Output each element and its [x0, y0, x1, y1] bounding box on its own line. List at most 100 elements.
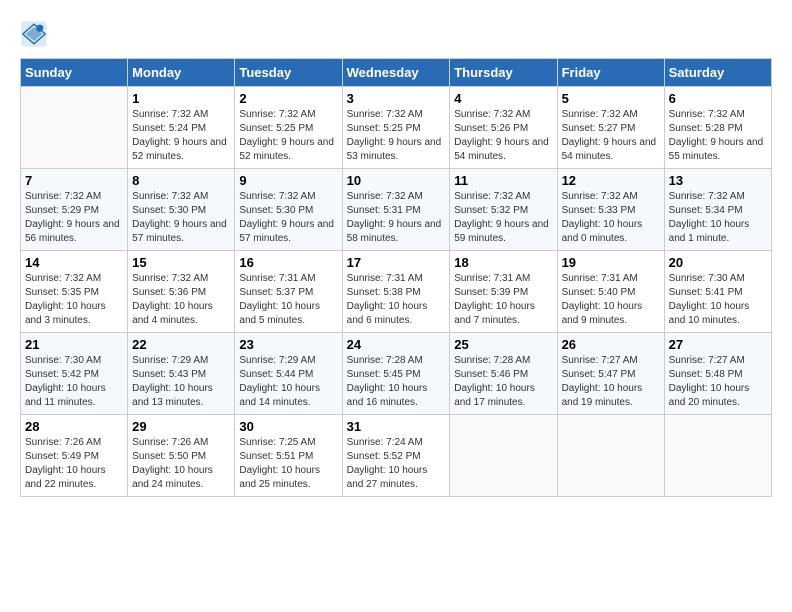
- day-number: 4: [454, 91, 552, 106]
- day-number: 19: [562, 255, 660, 270]
- day-info: Sunrise: 7:32 AMSunset: 5:25 PMDaylight:…: [347, 108, 446, 164]
- day-number: 31: [347, 419, 446, 434]
- day-info: Sunrise: 7:32 AMSunset: 5:32 PMDaylight:…: [454, 190, 552, 246]
- day-number: 20: [669, 255, 767, 270]
- day-info: Sunrise: 7:32 AMSunset: 5:27 PMDaylight:…: [562, 108, 660, 164]
- day-number: 12: [562, 173, 660, 188]
- calendar-cell: 30Sunrise: 7:25 AMSunset: 5:51 PMDayligh…: [235, 415, 342, 497]
- day-info: Sunrise: 7:27 AMSunset: 5:48 PMDaylight:…: [669, 354, 767, 410]
- day-info: Sunrise: 7:31 AMSunset: 5:37 PMDaylight:…: [239, 272, 337, 328]
- day-number: 13: [669, 173, 767, 188]
- day-info: Sunrise: 7:32 AMSunset: 5:33 PMDaylight:…: [562, 190, 660, 246]
- calendar-cell: [21, 87, 128, 169]
- calendar-cell: 1 Sunrise: 7:32 AMSunset: 5:24 PMDaylight…: [128, 87, 235, 169]
- calendar-week-3: 14 Sunrise: 7:32 AMSunset: 5:35 PMDayligh…: [21, 251, 772, 333]
- day-info: Sunrise: 7:27 AMSunset: 5:47 PMDaylight:…: [562, 354, 660, 410]
- calendar-cell: 5 Sunrise: 7:32 AMSunset: 5:27 PMDaylight…: [557, 87, 664, 169]
- calendar-cell: 29 Sunrise: 7:26 AMSunset: 5:50 PMDayligh…: [128, 415, 235, 497]
- calendar-cell: 25 Sunrise: 7:28 AMSunset: 5:46 PMDayligh…: [450, 333, 557, 415]
- weekday-header-tuesday: Tuesday: [235, 59, 342, 87]
- day-number: 28: [25, 419, 123, 434]
- day-number: 16: [239, 255, 337, 270]
- weekday-header-sunday: Sunday: [21, 59, 128, 87]
- day-number: 14: [25, 255, 123, 270]
- day-info: Sunrise: 7:28 AMSunset: 5:46 PMDaylight:…: [454, 354, 552, 410]
- day-info: Sunrise: 7:26 AMSunset: 5:49 PMDaylight:…: [25, 436, 123, 492]
- weekday-header-wednesday: Wednesday: [342, 59, 450, 87]
- day-info: Sunrise: 7:32 AMSunset: 5:36 PMDaylight:…: [132, 272, 230, 328]
- calendar-cell: [450, 415, 557, 497]
- day-number: 8: [132, 173, 230, 188]
- calendar-cell: 23Sunrise: 7:29 AMSunset: 5:44 PMDayligh…: [235, 333, 342, 415]
- calendar-cell: 2 Sunrise: 7:32 AMSunset: 5:25 PMDaylight…: [235, 87, 342, 169]
- day-number: 10: [347, 173, 446, 188]
- day-number: 24: [347, 337, 446, 352]
- calendar-cell: 31 Sunrise: 7:24 AMSunset: 5:52 PMDayligh…: [342, 415, 450, 497]
- day-info: Sunrise: 7:29 AMSunset: 5:43 PMDaylight:…: [132, 354, 230, 410]
- weekday-header-saturday: Saturday: [664, 59, 771, 87]
- calendar-cell: 19 Sunrise: 7:31 AMSunset: 5:40 PMDayligh…: [557, 251, 664, 333]
- day-number: 11: [454, 173, 552, 188]
- calendar-week-1: 1 Sunrise: 7:32 AMSunset: 5:24 PMDaylight…: [21, 87, 772, 169]
- day-info: Sunrise: 7:32 AMSunset: 5:31 PMDaylight:…: [347, 190, 446, 246]
- calendar-cell: 24 Sunrise: 7:28 AMSunset: 5:45 PMDayligh…: [342, 333, 450, 415]
- day-number: 9: [239, 173, 337, 188]
- day-number: 25: [454, 337, 552, 352]
- calendar-cell: 7 Sunrise: 7:32 AMSunset: 5:29 PMDaylight…: [21, 169, 128, 251]
- calendar-cell: 8 Sunrise: 7:32 AMSunset: 5:30 PMDaylight…: [128, 169, 235, 251]
- weekday-header-thursday: Thursday: [450, 59, 557, 87]
- day-number: 15: [132, 255, 230, 270]
- calendar-cell: 22Sunrise: 7:29 AMSunset: 5:43 PMDayligh…: [128, 333, 235, 415]
- day-number: 29: [132, 419, 230, 434]
- calendar-cell: 13 Sunrise: 7:32 AMSunset: 5:34 PMDayligh…: [664, 169, 771, 251]
- day-number: 6: [669, 91, 767, 106]
- weekday-header-monday: Monday: [128, 59, 235, 87]
- calendar-cell: 21 Sunrise: 7:30 AMSunset: 5:42 PMDayligh…: [21, 333, 128, 415]
- calendar-cell: 20Sunrise: 7:30 AMSunset: 5:41 PMDayligh…: [664, 251, 771, 333]
- calendar-cell: 14 Sunrise: 7:32 AMSunset: 5:35 PMDayligh…: [21, 251, 128, 333]
- calendar-cell: 11 Sunrise: 7:32 AMSunset: 5:32 PMDayligh…: [450, 169, 557, 251]
- calendar-cell: 3 Sunrise: 7:32 AMSunset: 5:25 PMDaylight…: [342, 87, 450, 169]
- day-number: 1: [132, 91, 230, 106]
- day-info: Sunrise: 7:32 AMSunset: 5:28 PMDaylight:…: [669, 108, 767, 164]
- day-info: Sunrise: 7:31 AMSunset: 5:40 PMDaylight:…: [562, 272, 660, 328]
- calendar-cell: 6 Sunrise: 7:32 AMSunset: 5:28 PMDaylight…: [664, 87, 771, 169]
- calendar-cell: 9 Sunrise: 7:32 AMSunset: 5:30 PMDaylight…: [235, 169, 342, 251]
- day-number: 5: [562, 91, 660, 106]
- calendar-cell: 27 Sunrise: 7:27 AMSunset: 5:48 PMDayligh…: [664, 333, 771, 415]
- calendar-cell: [557, 415, 664, 497]
- day-info: Sunrise: 7:24 AMSunset: 5:52 PMDaylight:…: [347, 436, 446, 492]
- day-info: Sunrise: 7:25 AMSunset: 5:51 PMDaylight:…: [239, 436, 337, 492]
- day-info: Sunrise: 7:32 AMSunset: 5:35 PMDaylight:…: [25, 272, 123, 328]
- day-info: Sunrise: 7:26 AMSunset: 5:50 PMDaylight:…: [132, 436, 230, 492]
- day-number: 2: [239, 91, 337, 106]
- calendar-cell: 10 Sunrise: 7:32 AMSunset: 5:31 PMDayligh…: [342, 169, 450, 251]
- day-info: Sunrise: 7:32 AMSunset: 5:25 PMDaylight:…: [239, 108, 337, 164]
- day-info: Sunrise: 7:28 AMSunset: 5:45 PMDaylight:…: [347, 354, 446, 410]
- calendar-header-row: SundayMondayTuesdayWednesdayThursdayFrid…: [21, 59, 772, 87]
- day-number: 17: [347, 255, 446, 270]
- day-number: 18: [454, 255, 552, 270]
- day-info: Sunrise: 7:32 AMSunset: 5:29 PMDaylight:…: [25, 190, 123, 246]
- day-info: Sunrise: 7:30 AMSunset: 5:42 PMDaylight:…: [25, 354, 123, 410]
- calendar-cell: 17Sunrise: 7:31 AMSunset: 5:38 PMDayligh…: [342, 251, 450, 333]
- calendar-cell: 15 Sunrise: 7:32 AMSunset: 5:36 PMDayligh…: [128, 251, 235, 333]
- day-info: Sunrise: 7:32 AMSunset: 5:24 PMDaylight:…: [132, 108, 230, 164]
- calendar-cell: 16 Sunrise: 7:31 AMSunset: 5:37 PMDayligh…: [235, 251, 342, 333]
- day-number: 26: [562, 337, 660, 352]
- day-number: 27: [669, 337, 767, 352]
- day-number: 23: [239, 337, 337, 352]
- day-info: Sunrise: 7:32 AMSunset: 5:30 PMDaylight:…: [239, 190, 337, 246]
- calendar-week-4: 21 Sunrise: 7:30 AMSunset: 5:42 PMDayligh…: [21, 333, 772, 415]
- weekday-header-friday: Friday: [557, 59, 664, 87]
- header: [20, 20, 772, 48]
- calendar-cell: 12 Sunrise: 7:32 AMSunset: 5:33 PMDayligh…: [557, 169, 664, 251]
- calendar-table: SundayMondayTuesdayWednesdayThursdayFrid…: [20, 58, 772, 497]
- logo: [20, 20, 52, 48]
- day-info: Sunrise: 7:32 AMSunset: 5:30 PMDaylight:…: [132, 190, 230, 246]
- day-info: Sunrise: 7:32 AMSunset: 5:26 PMDaylight:…: [454, 108, 552, 164]
- day-number: 21: [25, 337, 123, 352]
- day-info: Sunrise: 7:32 AMSunset: 5:34 PMDaylight:…: [669, 190, 767, 246]
- day-number: 7: [25, 173, 123, 188]
- day-number: 3: [347, 91, 446, 106]
